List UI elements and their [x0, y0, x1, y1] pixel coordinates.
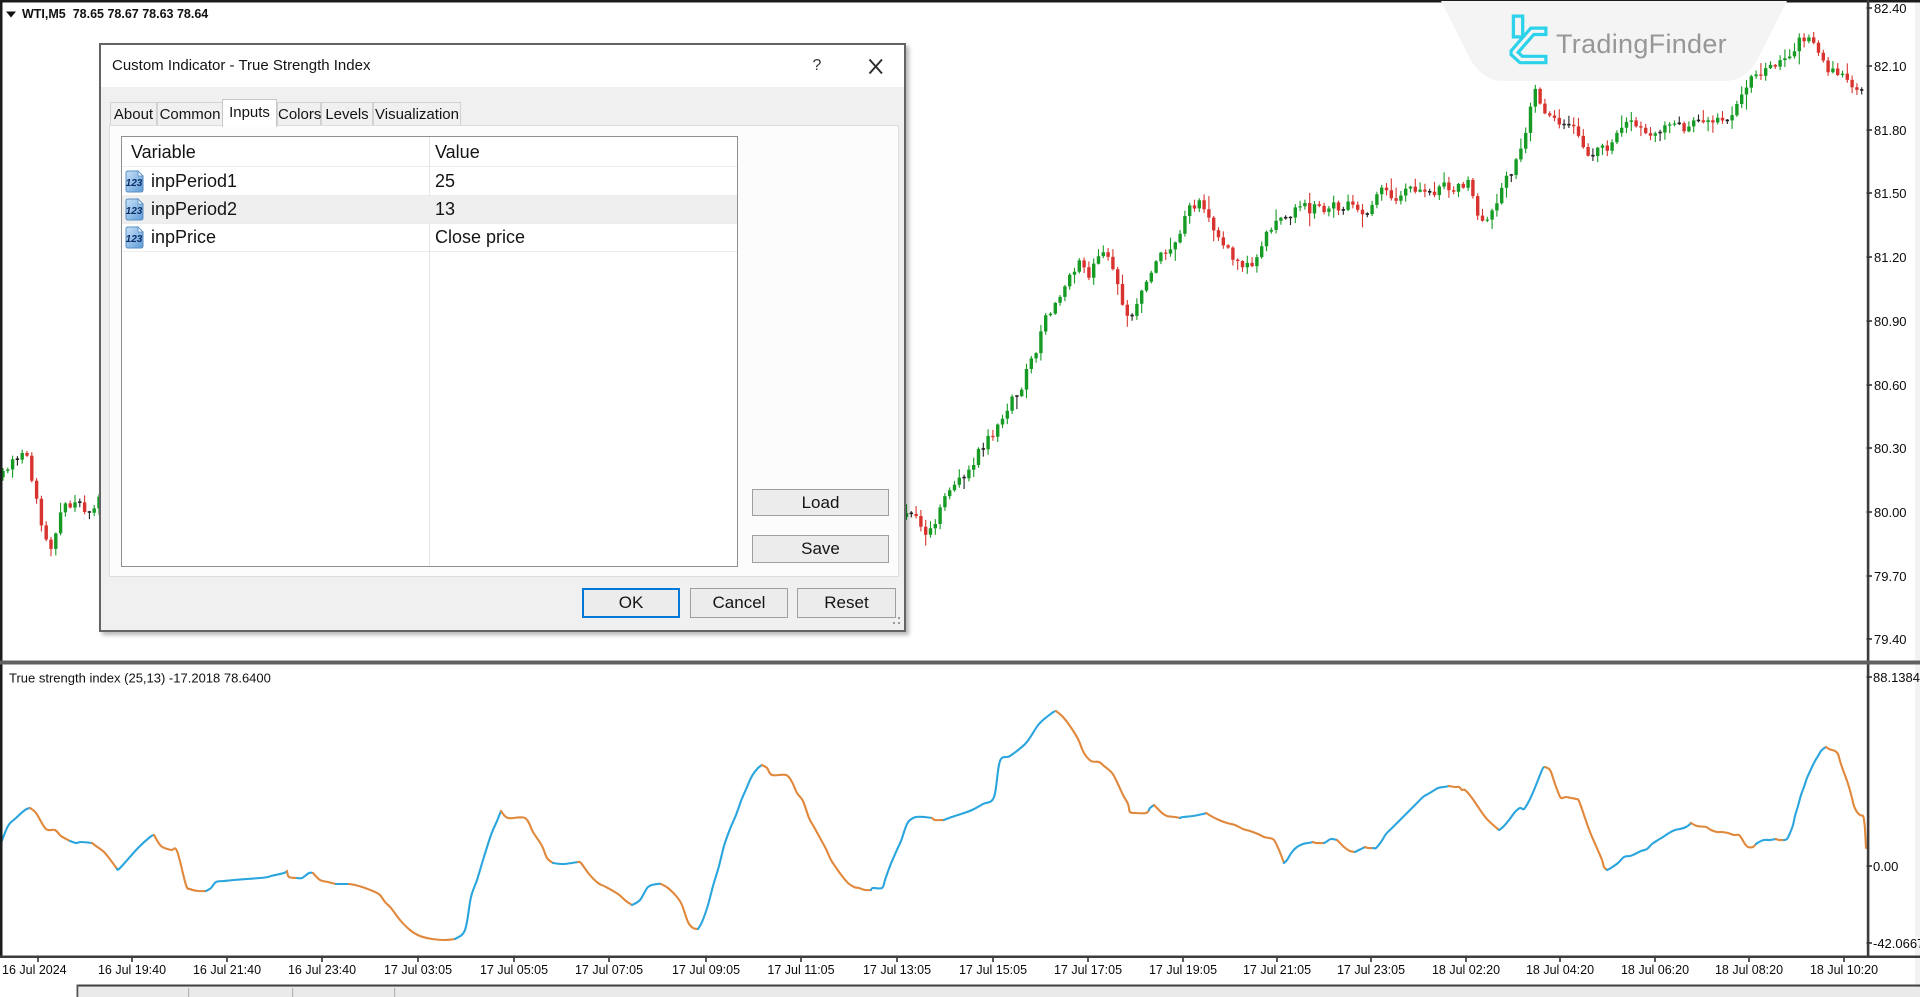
svg-text:18 Jul 02:20: 18 Jul 02:20	[1432, 963, 1500, 977]
svg-text:18 Jul 10:20: 18 Jul 10:20	[1810, 963, 1878, 977]
svg-text:17 Jul 17:05: 17 Jul 17:05	[1054, 963, 1122, 977]
svg-text:80.90: 80.90	[1874, 314, 1907, 329]
svg-text:80.30: 80.30	[1874, 441, 1907, 456]
svg-text:18 Jul 06:20: 18 Jul 06:20	[1621, 963, 1689, 977]
svg-text:WTI,M5 78.65 78.67 78.63 78.6: WTI,M5 78.65 78.67 78.63 78.64	[22, 7, 208, 21]
svg-text:80.60: 80.60	[1874, 378, 1907, 393]
svg-text:123: 123	[126, 178, 143, 189]
svg-text:-42.0667: -42.0667	[1873, 936, 1920, 951]
svg-text:81.20: 81.20	[1874, 250, 1907, 265]
svg-text:82.40: 82.40	[1874, 1, 1907, 16]
svg-text:18 Jul 08:20: 18 Jul 08:20	[1715, 963, 1783, 977]
svg-text:80.00: 80.00	[1874, 505, 1907, 520]
svg-text:17 Jul 19:05: 17 Jul 19:05	[1149, 963, 1217, 977]
svg-text:17 Jul 13:05: 17 Jul 13:05	[863, 963, 931, 977]
svg-text:17 Jul 07:05: 17 Jul 07:05	[575, 963, 643, 977]
svg-text:88.1384: 88.1384	[1873, 670, 1920, 685]
svg-text:17 Jul 11:05: 17 Jul 11:05	[767, 963, 834, 977]
svg-text:17 Jul 21:05: 17 Jul 21:05	[1243, 963, 1311, 977]
svg-text:16 Jul 21:40: 16 Jul 21:40	[193, 963, 261, 977]
svg-text:0.00: 0.00	[1873, 859, 1898, 874]
svg-text:123: 123	[126, 206, 143, 217]
svg-text:16 Jul 23:40: 16 Jul 23:40	[288, 963, 356, 977]
svg-text:79.70: 79.70	[1874, 569, 1907, 584]
svg-text:16 Jul 2024: 16 Jul 2024	[2, 963, 67, 977]
svg-text:True strength index (25,13) -1: True strength index (25,13) -17.2018 78.…	[9, 671, 271, 686]
svg-text:18 Jul 04:20: 18 Jul 04:20	[1526, 963, 1594, 977]
svg-text:17 Jul 23:05: 17 Jul 23:05	[1337, 963, 1405, 977]
svg-text:81.80: 81.80	[1874, 123, 1907, 138]
svg-text:82.10: 82.10	[1874, 59, 1907, 74]
svg-text:16 Jul 19:40: 16 Jul 19:40	[98, 963, 166, 977]
svg-text:123: 123	[126, 234, 143, 245]
svg-text:81.50: 81.50	[1874, 186, 1907, 201]
svg-text:79.40: 79.40	[1874, 632, 1907, 647]
svg-text:17 Jul 09:05: 17 Jul 09:05	[672, 963, 740, 977]
svg-text:17 Jul 03:05: 17 Jul 03:05	[384, 963, 452, 977]
svg-text:17 Jul 05:05: 17 Jul 05:05	[480, 963, 548, 977]
svg-text:TradingFinder: TradingFinder	[1556, 29, 1727, 59]
svg-text:17 Jul 15:05: 17 Jul 15:05	[959, 963, 1027, 977]
